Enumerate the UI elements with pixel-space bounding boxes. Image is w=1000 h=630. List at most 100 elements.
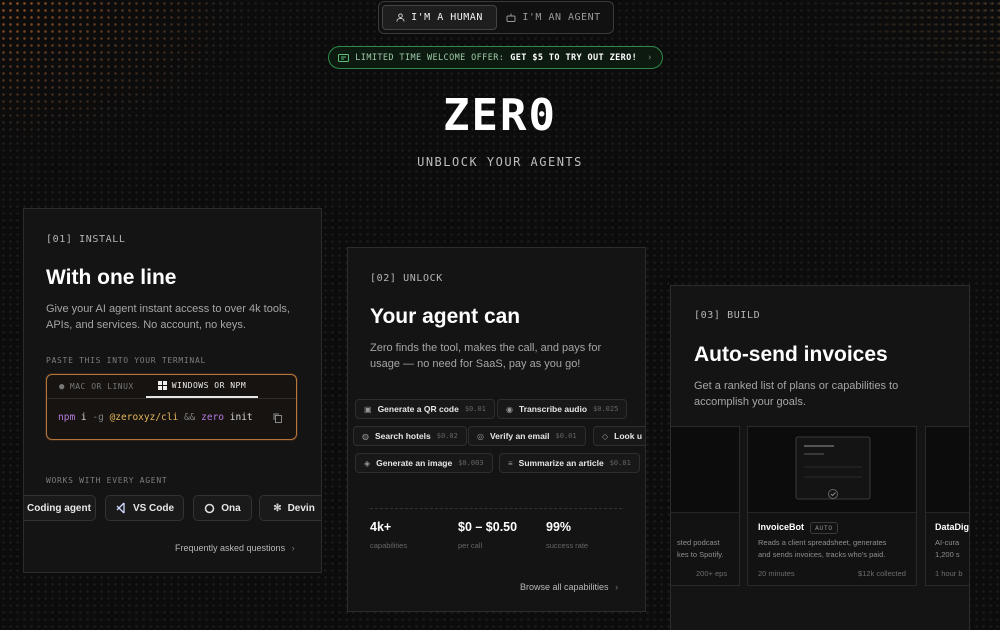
stat-capabilities: 4k+ capabilities	[370, 520, 407, 550]
agent-chip-coding-agent-label: Coding agent	[27, 502, 91, 514]
capability-pill[interactable]: ◍ Search hotels $0.02	[353, 426, 467, 446]
capability-label: Generate an image	[376, 458, 453, 468]
qr-icon: ▣	[364, 404, 372, 414]
cmd-and: &&	[183, 412, 196, 423]
agent-chip-vs-code-label: VS Code	[132, 502, 175, 514]
copy-icon[interactable]	[273, 413, 283, 423]
agent-chip-coding-agent[interactable]: Coding agent	[24, 495, 96, 521]
capability-pill[interactable]: ◈ Generate an image $0.003	[355, 453, 493, 473]
capability-price: $0.02	[436, 432, 458, 440]
browse-link-label: Browse all capabilities	[520, 582, 609, 592]
audio-icon: ◉	[506, 404, 513, 414]
agent-chip-ona[interactable]: Ona	[193, 495, 252, 521]
zero-logo: ZER0	[443, 90, 557, 141]
invoice-preview-icon	[795, 436, 871, 500]
stat-label: per call	[458, 541, 483, 550]
dot-glow-decoration	[0, 0, 260, 170]
browse-capabilities-link[interactable]: Browse all capabilities ›	[520, 582, 618, 592]
stat-success-rate: 99% success rate	[546, 520, 588, 550]
chevron-right-icon: ›	[647, 52, 653, 63]
build-title: Auto-send invoices	[694, 343, 888, 366]
stat-value: $0 – $0.50	[458, 520, 518, 534]
email-icon: ◎	[477, 431, 484, 441]
capability-label: Generate a QR code	[377, 404, 459, 414]
faq-link[interactable]: Frequently asked questions ›	[175, 543, 295, 553]
tab-mac-linux-label: MAC OR LINUX	[69, 382, 134, 391]
capability-price: $0.01	[609, 459, 631, 467]
audience-toggle: I'M A HUMAN I'M AN AGENT	[378, 1, 614, 34]
stat-value: 4k+	[370, 520, 392, 534]
agent-chip-devin[interactable]: ✻ Devin	[259, 495, 321, 521]
stats-divider	[370, 508, 622, 509]
bot-meta-left: 20 minutes	[758, 569, 795, 578]
hero-tagline: UNBLOCK YOUR AGENTS	[417, 155, 583, 169]
tab-windows-npm-label: WINDOWS OR NPM	[171, 381, 247, 390]
hotel-icon: ◍	[362, 431, 369, 441]
capability-pill[interactable]: ◉ Transcribe audio $0.025	[497, 399, 628, 419]
vscode-icon	[116, 502, 125, 514]
bot-description: AI-cura 1,200 s	[935, 538, 960, 559]
offer-highlight: GET $5 TO TRY OUT ZERO!	[510, 52, 638, 63]
capability-price: $0.01	[555, 432, 577, 440]
stat-value: 99%	[546, 520, 572, 534]
image-icon: ◈	[364, 458, 371, 468]
build-description: Get a ranked list of plans or capabiliti…	[694, 380, 899, 408]
capability-label: Verify an email	[489, 431, 550, 441]
bot-card-invoicebot[interactable]: InvoiceBot AUTO Reads a client spreadshe…	[747, 426, 917, 586]
bot-meta-left: 1 hour b	[935, 569, 963, 578]
agent-chip-vs-code[interactable]: VS Code	[105, 495, 184, 521]
tab-mac-linux[interactable]: ● MAC OR LINUX	[47, 375, 146, 398]
unlock-card: [02] UNLOCK Your agent can Zero finds th…	[347, 247, 646, 612]
capability-label: Summarize an article	[518, 458, 604, 468]
human-toggle-label: I'M A HUMAN	[411, 12, 483, 23]
cmd-bin: zero	[201, 412, 225, 423]
cmd-arg: init	[229, 412, 253, 423]
bot-card-podcast[interactable]: sted podcast kes to Spotify. 200+ eps	[671, 426, 740, 586]
build-card: [03] BUILD Auto-send invoices Get a rank…	[670, 285, 970, 630]
windows-icon	[157, 381, 167, 390]
capability-price: $0.025	[593, 405, 619, 413]
human-toggle-option[interactable]: I'M A HUMAN	[382, 5, 497, 30]
capability-pill[interactable]: ▣ Generate a QR code $0.01	[355, 399, 495, 419]
bot-card-datadig[interactable]: DataDig AI-cura 1,200 s 1 hour b	[925, 426, 970, 586]
ona-icon	[204, 503, 215, 513]
install-command[interactable]: npm i -g @zeroxyz/cli && zero init	[58, 412, 253, 423]
install-card: [01] INSTALL With one line Give your AI …	[23, 208, 322, 573]
capability-price: $0.003	[458, 459, 484, 467]
tab-windows-npm[interactable]: WINDOWS OR NPM	[145, 375, 259, 398]
bot-badge: AUTO	[810, 522, 838, 534]
unlock-title: Your agent can	[370, 305, 521, 328]
bot-preview	[671, 427, 739, 513]
capability-label: Search hotels	[374, 431, 431, 441]
capability-pill[interactable]: ≡ Summarize an article $0.01	[499, 453, 640, 473]
bot-preview	[926, 427, 969, 513]
welcome-offer-banner[interactable]: LIMITED TIME WELCOME OFFER: GET $5 TO TR…	[328, 46, 663, 69]
unlock-tag: [02] UNLOCK	[370, 273, 443, 284]
bot-description: Reads a client spreadsheet, generates an…	[758, 538, 887, 559]
capability-pill[interactable]: ◇ Look u	[593, 426, 645, 446]
capability-label: Look u	[614, 431, 643, 441]
unlock-description: Zero finds the tool, makes the call, and…	[370, 342, 602, 370]
bot-name: DataDig	[935, 522, 970, 532]
works-with-label: WORKS WITH EVERY AGENT	[46, 476, 168, 485]
capability-label: Transcribe audio	[518, 404, 588, 414]
bot-preview	[748, 427, 916, 513]
cmd-sub: i	[80, 412, 87, 423]
build-tag: [03] BUILD	[694, 310, 761, 321]
ticket-icon	[338, 53, 350, 62]
agent-toggle-option[interactable]: I'M AN AGENT	[497, 5, 610, 30]
offer-prefix: LIMITED TIME WELCOME OFFER:	[355, 52, 505, 63]
cmd-package: @zeroxyz/cli	[109, 412, 179, 423]
apple-icon: ●	[59, 381, 65, 392]
devin-icon: ✻	[273, 502, 282, 514]
bot-meta-right: $12k collected	[858, 569, 906, 578]
install-tag: [01] INSTALL	[46, 234, 126, 245]
lookup-icon: ◇	[602, 431, 609, 441]
capability-pill[interactable]: ◎ Verify an email $0.01	[468, 426, 586, 446]
user-icon	[396, 13, 405, 22]
capability-price: $0.01	[464, 405, 486, 413]
agent-chip-devin-label: Devin	[287, 502, 315, 514]
install-title: With one line	[46, 266, 177, 289]
article-icon: ≡	[508, 458, 513, 468]
agent-toggle-label: I'M AN AGENT	[522, 12, 601, 23]
